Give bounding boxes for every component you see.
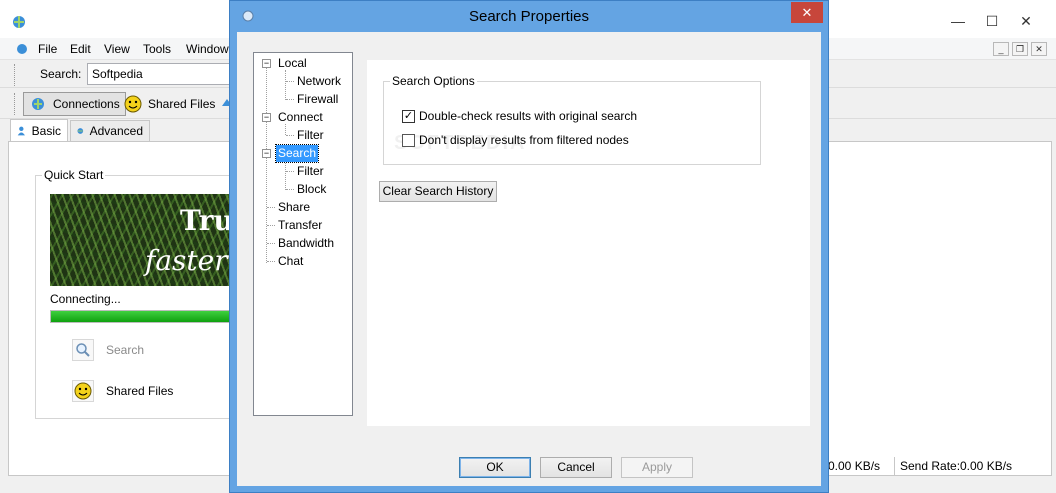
menu-edit[interactable]: Edit — [70, 42, 91, 56]
ok-button[interactable]: OK — [459, 457, 531, 478]
tree-item-block[interactable]: Block — [295, 181, 328, 198]
tree-line — [266, 65, 267, 263]
tree-collapse-toggle[interactable]: − — [262, 149, 271, 158]
tree-item-bandwidth[interactable]: Bandwidth — [276, 235, 336, 252]
truxx-banner: Trux faster — [50, 194, 250, 286]
send-rate-label: Send Rate: — [900, 459, 961, 473]
smiley-icon — [124, 95, 142, 113]
double-check-label: Double-check results with original searc… — [419, 109, 638, 123]
tree-line — [267, 207, 275, 208]
tree-item-search-filter[interactable]: Filter — [295, 163, 326, 180]
shared-files-label: Shared Files — [148, 97, 216, 111]
settings-tree[interactable]: − Local Network Firewall − Connect Filte… — [253, 52, 353, 416]
search-label: Search: — [40, 67, 82, 81]
tree-item-network[interactable]: Network — [295, 73, 343, 90]
quick-shared-files-label: Shared Files — [106, 384, 174, 398]
tree-line — [267, 225, 275, 226]
filtered-nodes-label: Don't display results from filtered node… — [419, 133, 629, 147]
tree-collapse-toggle[interactable]: − — [262, 113, 271, 122]
toolbar-grip[interactable] — [14, 93, 17, 115]
dialog-title: Search Properties — [468, 8, 590, 25]
menu-tools[interactable]: Tools — [143, 42, 171, 56]
connection-progress-bar — [50, 310, 250, 323]
connections-globe-icon — [32, 98, 44, 110]
menu-window[interactable]: Window — [186, 42, 229, 56]
tree-line — [286, 81, 294, 82]
tree-collapse-toggle[interactable]: − — [262, 59, 271, 68]
tab-basic[interactable]: Basic — [10, 119, 68, 142]
mdi-restore-button[interactable]: ❐ — [1012, 42, 1028, 56]
maximize-button[interactable]: ☐ — [977, 12, 1007, 30]
tree-line — [267, 243, 275, 244]
double-check-option[interactable]: ✓ Double-check results with original sea… — [402, 109, 637, 123]
menu-view[interactable]: View — [104, 42, 130, 56]
close-icon[interactable]: ✕ — [1011, 12, 1041, 30]
tree-line — [286, 99, 294, 100]
tree-item-search[interactable]: Search — [274, 144, 320, 163]
search-input[interactable] — [87, 63, 237, 85]
tree-line — [267, 261, 275, 262]
filtered-nodes-checkbox[interactable] — [402, 133, 415, 147]
quick-shared-files-link[interactable]: Shared Files — [72, 380, 173, 402]
globe-icon — [77, 128, 84, 134]
menu-file[interactable]: File — [38, 42, 57, 56]
status-separator — [894, 457, 895, 475]
tree-line — [286, 189, 294, 190]
person-icon — [17, 126, 25, 135]
send-rate-value: 0.00 KB/s — [960, 459, 1013, 473]
quick-start-title: Quick Start — [42, 168, 106, 182]
quick-search-label: Search — [106, 343, 145, 357]
shared-files-button[interactable]: Shared Files — [119, 92, 220, 116]
tree-line — [286, 171, 294, 172]
cancel-button[interactable]: Cancel — [540, 457, 612, 478]
tree-line — [285, 70, 286, 100]
dialog-client: − Local Network Firewall − Connect Filte… — [237, 32, 821, 486]
app-globe-icon — [13, 16, 25, 28]
banner-subtitle: faster — [145, 244, 228, 277]
toolbar-grip[interactable] — [14, 64, 17, 86]
tree-item-firewall[interactable]: Firewall — [295, 91, 340, 108]
tab-advanced-label: Advanced — [89, 124, 143, 138]
quick-search-link[interactable]: Search — [72, 339, 144, 361]
clear-search-history-button[interactable]: Clear Search History — [379, 181, 497, 202]
dialog-close-button[interactable]: ✕ — [791, 2, 823, 23]
magnifier-icon — [72, 339, 94, 361]
mdi-child-icon — [17, 44, 27, 54]
connections-button[interactable]: Connections — [23, 92, 126, 116]
search-property-page: Search Options SOFTPEDIA ✓ Double-check … — [367, 60, 810, 426]
connection-status: Connecting... — [50, 292, 121, 306]
tree-item-share[interactable]: Share — [276, 199, 312, 216]
tree-item-transfer[interactable]: Transfer — [276, 217, 324, 234]
filtered-nodes-option[interactable]: Don't display results from filtered node… — [402, 133, 629, 147]
smiley-icon — [72, 380, 94, 402]
tree-line — [286, 135, 294, 136]
progress-fill — [51, 311, 230, 322]
mdi-close-button[interactable]: ✕ — [1031, 42, 1047, 56]
apply-button[interactable]: Apply — [621, 457, 693, 478]
tree-item-local[interactable]: Local — [276, 55, 309, 72]
double-check-checkbox[interactable]: ✓ — [402, 109, 415, 123]
search-options-title: Search Options — [390, 74, 477, 88]
tab-basic-label: Basic — [31, 123, 61, 138]
search-options-group: Search Options SOFTPEDIA ✓ Double-check … — [383, 74, 761, 165]
minimize-button[interactable]: — — [943, 12, 973, 30]
receive-rate-value: 0.00 KB/s — [828, 459, 881, 473]
tree-item-connect-filter[interactable]: Filter — [295, 127, 326, 144]
tree-item-connect[interactable]: Connect — [276, 109, 325, 126]
connections-label: Connections — [53, 97, 120, 111]
tree-line — [285, 160, 286, 190]
tab-advanced[interactable]: Advanced — [70, 120, 150, 142]
mdi-minimize-button[interactable]: _ — [993, 42, 1009, 56]
search-properties-dialog: Search Properties ✕ − Local Network Fire… — [229, 0, 829, 493]
tree-item-chat[interactable]: Chat — [276, 253, 305, 270]
